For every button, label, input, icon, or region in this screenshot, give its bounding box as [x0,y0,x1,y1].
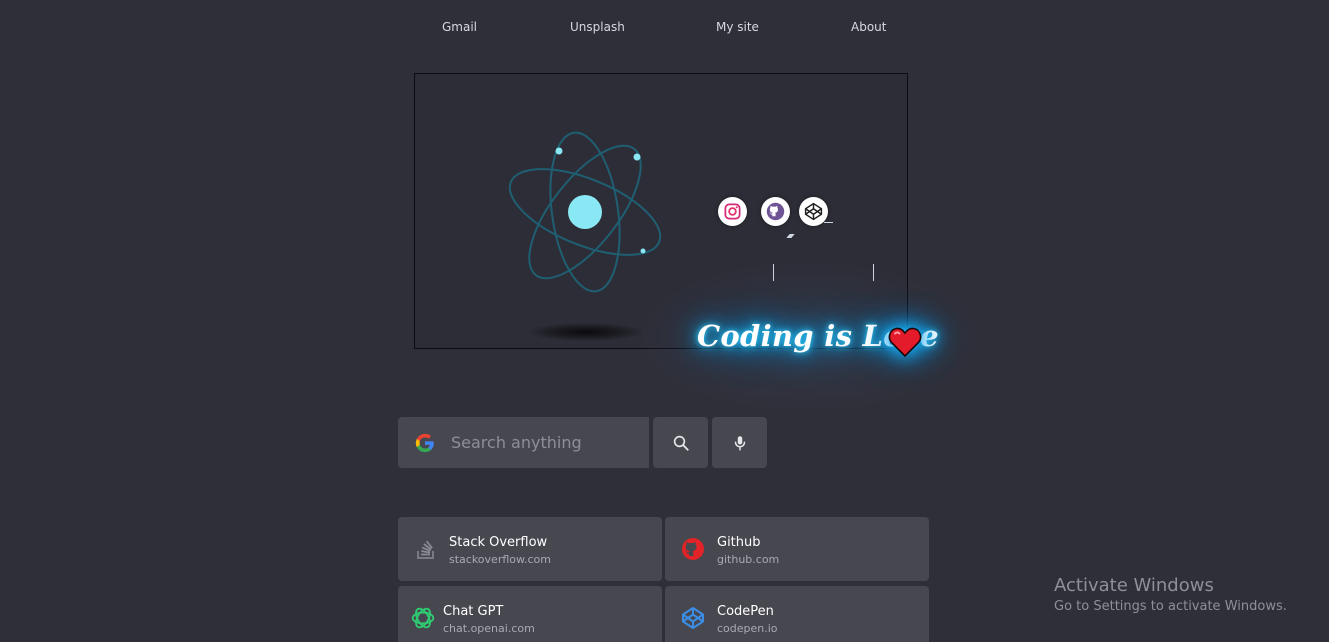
microphone-icon [734,435,745,450]
google-icon [415,433,434,452]
shortcut-title: Github [717,535,761,550]
github-icon [766,202,785,221]
shortcut-title: Stack Overflow [449,535,548,550]
codepen-icon [804,202,823,221]
shortcut-title: CodePen [717,604,774,619]
stackoverflow-icon [417,540,434,559]
nav-link-gmail[interactable]: Gmail [442,20,477,34]
top-nav: Gmail Unsplash My site About [0,20,1329,38]
watermark-title: Activate Windows [1054,575,1214,596]
nav-link-about[interactable]: About [851,20,886,34]
heart-icon [888,327,922,358]
decorative-mark [873,264,874,281]
instagram-link[interactable] [718,197,747,226]
shortcut-codepen[interactable]: CodePen codepen.io [665,586,929,642]
shortcut-url: chat.openai.com [443,622,535,635]
start-page: Gmail Unsplash My site About Coding is L… [0,0,1329,642]
shortcut-url: codepen.io [717,622,778,635]
watermark-subtitle: Go to Settings to activate Windows. [1054,599,1287,614]
shortcut-url: stackoverflow.com [449,553,551,566]
search-icon [673,435,689,451]
instagram-icon [724,203,741,220]
shortcut-url: github.com [717,553,780,566]
atom-shadow [528,323,644,341]
chatgpt-icon [411,607,435,629]
search-input[interactable] [449,432,643,453]
shortcut-github[interactable]: Github github.com [665,517,929,581]
atom-icon [508,131,662,293]
codepen-icon [682,607,704,629]
activate-windows-watermark: Activate Windows Go to Settings to activ… [1054,575,1287,617]
nav-link-my-site[interactable]: My site [716,20,759,34]
github-icon [682,538,704,560]
search-bar [398,417,649,468]
search-button[interactable] [653,417,708,468]
voice-search-button[interactable] [712,417,767,468]
nav-link-unsplash[interactable]: Unsplash [570,20,625,34]
shortcut-stack-overflow[interactable]: Stack Overflow stackoverflow.com [398,517,662,581]
decorative-mark [773,264,774,281]
shortcut-title: Chat GPT [443,604,504,619]
github-link[interactable] [761,197,790,226]
decorative-mark [824,222,833,223]
shortcut-chat-gpt[interactable]: Chat GPT chat.openai.com [398,586,662,642]
